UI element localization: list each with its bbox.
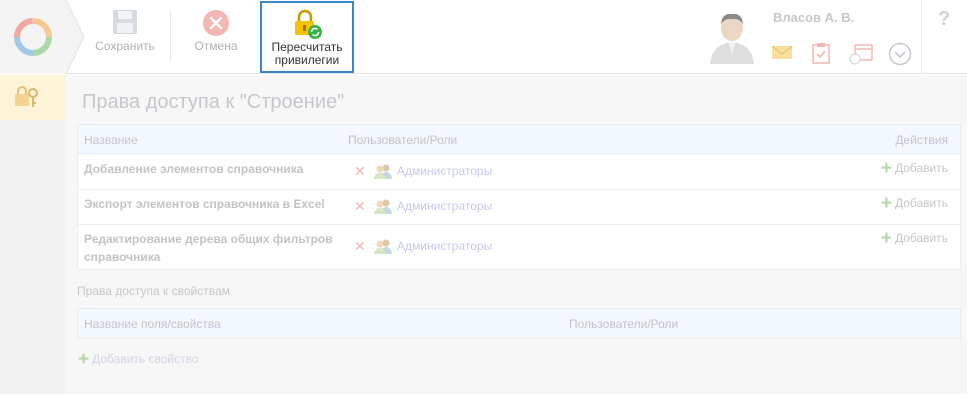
calendar-icon[interactable] [848, 43, 874, 65]
avatar[interactable] [706, 8, 758, 64]
recalc-label-line2: привилегии [274, 53, 340, 67]
logo-icon [0, 0, 84, 74]
plus-icon: + [880, 192, 892, 214]
sidebar-item-access-rights[interactable] [0, 75, 66, 120]
user-group-icon [374, 164, 392, 179]
toolbar: Сохранить Отмена Пересчитать привилегии … [0, 0, 967, 74]
column-header-actions: Действия [895, 133, 948, 147]
save-button[interactable]: Сохранить [90, 0, 160, 74]
plus-icon: + [880, 157, 892, 179]
add-property-label: Добавить свойство [92, 352, 199, 366]
column-header-name: Название [84, 133, 138, 147]
help-button[interactable]: ? [921, 0, 967, 74]
table-header: Название Пользователи/Роли Действия [78, 125, 960, 154]
floppy-disk-icon [113, 10, 137, 34]
main-content: Права доступа к "Строение" Название Поль… [66, 75, 967, 394]
properties-section-label: Права доступа к свойствам [77, 284, 230, 298]
privileges-table: Название Пользователи/Роли Действия Доба… [77, 124, 961, 270]
cancel-button[interactable]: Отмена [185, 0, 247, 74]
properties-table-header: Название поля/свойства Пользователи/Роли [78, 309, 960, 338]
add-property-button[interactable]: + Добавить свойство [78, 350, 199, 369]
cancel-icon [203, 10, 229, 36]
column-header-users-roles: Пользователи/Роли [569, 317, 679, 331]
plus-icon: + [78, 348, 90, 370]
keys-lock-icon [15, 86, 38, 107]
save-label: Сохранить [95, 39, 155, 53]
plus-icon: + [880, 227, 892, 249]
toolbar-divider [170, 10, 171, 62]
column-header-users-roles: Пользователи/Роли [348, 133, 458, 147]
privilege-name: Экспорт элементов справочника в Excel [84, 197, 325, 211]
page-title: Права доступа к "Строение" [82, 91, 345, 113]
table-row: Экспорт элементов справочника в Excel ✕ … [78, 190, 960, 225]
help-icon: ? [938, 8, 951, 30]
add-button[interactable]: + Добавить [881, 194, 948, 213]
add-label: Добавить [894, 231, 948, 245]
add-button[interactable]: + Добавить [881, 159, 948, 178]
cancel-label: Отмена [194, 39, 238, 53]
lock-refresh-icon [295, 9, 322, 39]
tasks-icon[interactable] [811, 42, 831, 64]
table-row: Добавление элементов справочника ✕ Админ… [78, 154, 960, 190]
app-logo[interactable] [0, 0, 84, 74]
left-sidebar [0, 75, 66, 394]
mail-icon[interactable] [771, 44, 793, 60]
recalculate-privileges-button[interactable]: Пересчитать привилегии [260, 1, 354, 73]
role-link[interactable]: Администраторы [397, 164, 492, 178]
privilege-name: Редактирование дерева общих фильтров спр… [84, 232, 333, 264]
recalc-label: Пересчитать привилегии [262, 41, 352, 67]
add-label: Добавить [894, 161, 948, 175]
delete-icon[interactable]: ✕ [354, 198, 366, 215]
properties-table: Название поля/свойства Пользователи/Роли [77, 308, 961, 339]
table-row: Редактирование дерева общих фильтров спр… [78, 225, 960, 270]
user-group-icon [374, 239, 392, 254]
chevron-down-icon[interactable] [888, 42, 912, 66]
role-link[interactable]: Администраторы [397, 239, 492, 253]
user-name[interactable]: Власов А. В. [773, 10, 854, 25]
user-group-icon [374, 199, 392, 214]
add-label: Добавить [894, 196, 948, 210]
add-button[interactable]: + Добавить [881, 229, 948, 248]
delete-icon[interactable]: ✕ [354, 163, 366, 180]
column-header-field-name: Название поля/свойства [84, 317, 221, 331]
delete-icon[interactable]: ✕ [354, 238, 366, 255]
role-link[interactable]: Администраторы [397, 199, 492, 213]
privilege-name: Добавление элементов справочника [84, 162, 304, 176]
